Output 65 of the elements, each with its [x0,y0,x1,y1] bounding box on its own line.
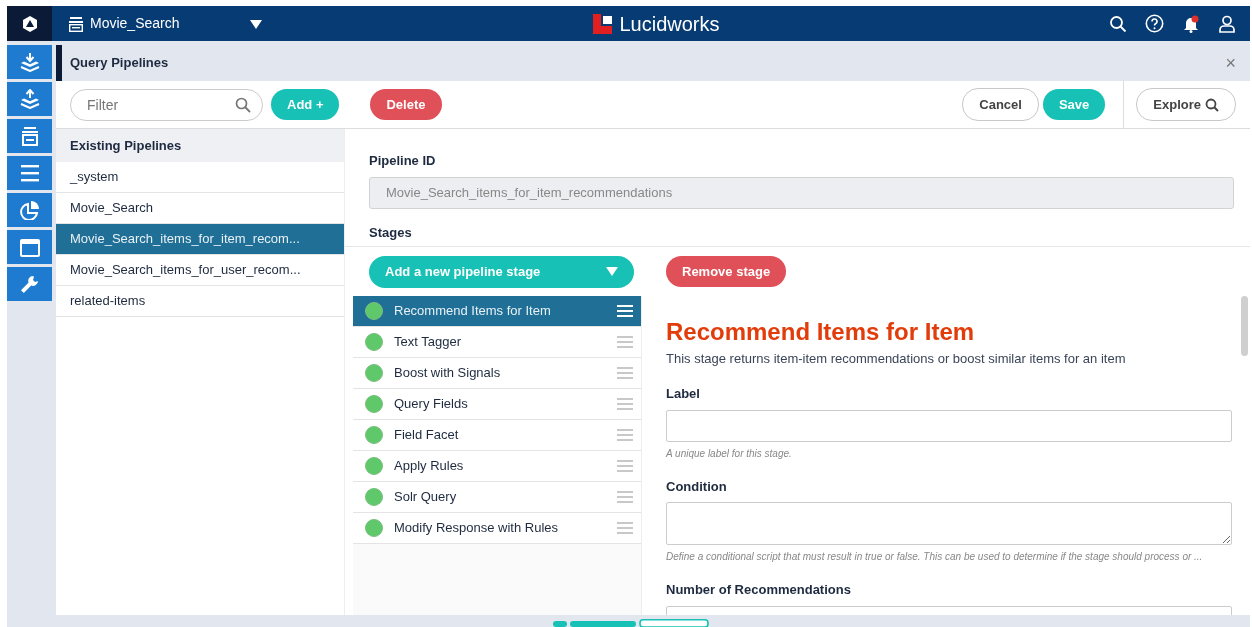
explore-button[interactable]: Explore [1136,87,1236,122]
search-icon [1205,97,1219,112]
pipeline-item[interactable]: Movie_Search_items_for_user_recom... [56,255,344,286]
drag-handle-icon[interactable] [617,490,633,504]
drag-handle-icon[interactable] [617,304,633,318]
sidebar-button[interactable] [7,267,52,301]
wrench-icon [18,274,41,294]
collection-name[interactable]: Movie_Search [90,13,180,34]
stage-title: Recommend Items for Item [666,318,976,347]
drag-handle-icon[interactable] [617,428,633,442]
close-button[interactable]: × [1225,49,1236,77]
sidebar-button[interactable] [7,193,52,227]
drag-handle-icon[interactable] [617,335,633,349]
list-heading: Existing Pipelines [70,136,182,155]
delete-button[interactable]: Delete [370,88,442,121]
drag-handle-icon[interactable] [617,366,633,380]
search-icon[interactable] [1109,14,1127,33]
stage-item[interactable]: Solr Query [353,482,641,513]
text-field[interactable] [666,409,1232,442]
sidebar-button[interactable] [7,156,52,190]
remove-stage-button[interactable]: Remove stage [666,255,787,288]
pipeline-item[interactable]: related-items [56,286,344,317]
stage-item[interactable]: Field Facet [353,420,641,451]
condition-field[interactable] [666,502,1232,546]
app-logo-icon[interactable] [20,14,39,33]
pipeline-item[interactable]: Movie_Search_items_for_item_recom... [56,224,344,255]
dropdown-caret-icon[interactable] [250,19,262,29]
drag-handle-icon[interactable] [617,459,633,473]
stage-item[interactable]: Text Tagger [353,327,641,358]
filter-field[interactable]: Filter [70,88,263,121]
stage-item[interactable]: Apply Rules [353,451,641,482]
stack-icon [68,15,84,32]
stage-item[interactable]: Boost with Signals [353,358,641,389]
help-icon[interactable] [1145,14,1164,33]
pipeline-item[interactable]: _system [56,162,344,193]
sidebar-button[interactable] [7,45,52,79]
import-icon [18,52,41,72]
brand-logo-icon [591,12,614,35]
notification-bell-icon[interactable] [1182,14,1200,33]
sidebar-button[interactable] [7,119,52,153]
dropdown-caret-icon [606,267,618,276]
stage-item[interactable]: Modify Response with Rules [353,513,641,544]
sidebar-button[interactable] [7,230,52,264]
pie-chart-icon [18,200,41,220]
drag-handle-icon[interactable] [617,397,633,411]
cancel-button[interactable]: Cancel [962,87,1039,122]
scrollbar-thumb[interactable] [1241,296,1248,356]
export-icon [18,89,41,109]
section-heading: Stages [369,223,413,242]
window-icon [18,237,41,257]
search-icon [235,96,251,113]
field-hint: Define a conditional script that must result in true or false. This can be used to determine if the stage should process or ... [666,550,1204,565]
panel-title: Query Pipelines [70,54,169,73]
field-label: Number of Recommendations [666,581,852,600]
sidebar-button[interactable] [7,82,52,116]
stage-item[interactable]: Query Fields [353,389,641,420]
stage-description: This stage returns item-item recommendations or boost similar items for an item [666,349,1127,368]
field-label: Condition [666,477,728,496]
field-label: Pipeline ID [369,152,437,170]
stage-item[interactable]: Recommend Items for Item [353,296,641,327]
field-hint: A unique label for this stage. [666,446,793,461]
field-label: Label [666,385,701,404]
user-icon[interactable] [1218,14,1236,33]
drag-handle-icon[interactable] [617,521,633,535]
brand-name: Lucidworks [619,11,720,37]
